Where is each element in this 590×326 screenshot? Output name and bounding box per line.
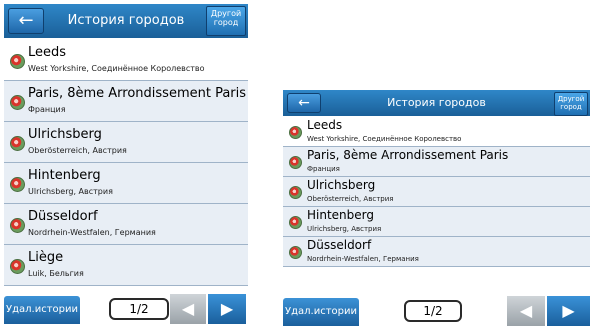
city-name: Paris, 8ème Arrondissement Paris: [28, 86, 247, 101]
city-name: Paris, 8ème Arrondissement Paris: [307, 148, 509, 162]
city-pin-icon: [289, 156, 302, 169]
list-item[interactable]: Hintenberg Ulrichsberg, Австрия: [283, 207, 590, 237]
list-item[interactable]: Paris, 8ème Arrondissement Paris Франция: [4, 81, 248, 122]
list-item[interactable]: Düsseldorf Nordrhein-Westfalen, Германия: [4, 204, 248, 245]
city-region: Франция: [28, 105, 66, 114]
city-region: Ulrichsberg, Австрия: [307, 225, 382, 233]
list-item[interactable]: Düsseldorf Nordrhein-Westfalen, Германия: [283, 237, 590, 267]
city-name: Hintenberg: [307, 208, 374, 222]
portrait-screen: ← История городов Другой город Leeds Wes…: [4, 4, 248, 324]
city-pin-icon: [10, 218, 25, 233]
list-item[interactable]: Paris, 8ème Arrondissement Paris Франция: [283, 147, 590, 177]
bottom-bar: Удал.истории 1/2 ◀ ▶: [4, 292, 248, 324]
city-pin-icon: [289, 216, 302, 229]
list-item[interactable]: Leeds West Yorkshire, Соединённое Короле…: [4, 40, 248, 81]
page-indicator: 1/2: [109, 298, 169, 320]
city-pin-icon: [289, 246, 302, 259]
city-region: Nordrhein-Westfalen, Германия: [28, 228, 156, 237]
city-pin-icon: [10, 259, 25, 274]
chevron-right-icon: ▶: [562, 301, 575, 320]
chevron-left-icon: ◀: [519, 301, 533, 320]
city-pin-icon: [10, 54, 25, 69]
list-item[interactable]: Liège Luik, Бельгия: [4, 245, 248, 286]
list-item[interactable]: Ulrichsberg Oberösterreich, Австрия: [4, 122, 248, 163]
city-pin-icon: [289, 186, 302, 199]
list-item[interactable]: Hintenberg Ulrichsberg, Австрия: [4, 163, 248, 204]
city-name: Düsseldorf: [307, 238, 372, 252]
city-pin-icon: [10, 177, 25, 192]
title-bar: ← История городов Другой город: [283, 90, 590, 116]
next-page-button[interactable]: ▶: [208, 294, 246, 324]
previous-page-button[interactable]: ◀: [170, 294, 206, 324]
other-city-button[interactable]: Другой город: [554, 92, 588, 116]
city-region: Oberösterreich, Австрия: [28, 146, 127, 155]
city-pin-icon: [10, 136, 25, 151]
city-name: Hintenberg: [28, 168, 101, 183]
delete-history-button[interactable]: Удал.истории: [283, 298, 359, 326]
delete-history-button[interactable]: Удал.истории: [4, 296, 80, 324]
city-name: Ulrichsberg: [28, 127, 102, 142]
other-city-button[interactable]: Другой город: [206, 6, 246, 36]
page-indicator: 1/2: [404, 300, 462, 322]
bottom-bar: Удал.истории 1/2 ◀ ▶: [283, 296, 590, 326]
city-name: Leeds: [28, 45, 67, 60]
city-pin-icon: [10, 95, 25, 110]
city-region: Nordrhein-Westfalen, Германия: [307, 255, 419, 263]
city-pin-icon: [289, 126, 302, 139]
page-title: История городов: [387, 96, 486, 109]
landscape-screen: ← История городов Другой город Leeds Wes…: [283, 90, 590, 326]
title-bar: ← История городов Другой город: [4, 4, 248, 38]
list-item[interactable]: Ulrichsberg Oberösterreich, Австрия: [283, 177, 590, 207]
previous-page-button[interactable]: ◀: [507, 296, 545, 326]
city-region: Oberösterreich, Австрия: [307, 195, 394, 203]
city-history-list: Leeds West Yorkshire, Соединённое Короле…: [283, 117, 590, 267]
city-name: Liège: [28, 250, 64, 265]
list-item[interactable]: Leeds West Yorkshire, Соединённое Короле…: [283, 117, 590, 147]
city-name: Ulrichsberg: [307, 178, 376, 192]
next-page-button[interactable]: ▶: [547, 296, 590, 326]
city-region: Франция: [307, 165, 340, 173]
city-name: Leeds: [307, 118, 343, 132]
city-name: Düsseldorf: [28, 209, 98, 224]
city-region: Ulrichsberg, Австрия: [28, 187, 113, 196]
chevron-right-icon: ▶: [220, 299, 234, 318]
city-history-list: Leeds West Yorkshire, Соединённое Короле…: [4, 40, 248, 286]
chevron-left-icon: ◀: [181, 299, 195, 318]
city-region: West Yorkshire, Соединённое Королевство: [28, 64, 205, 73]
city-region: West Yorkshire, Соединённое Королевство: [307, 135, 462, 143]
city-region: Luik, Бельгия: [28, 269, 84, 278]
